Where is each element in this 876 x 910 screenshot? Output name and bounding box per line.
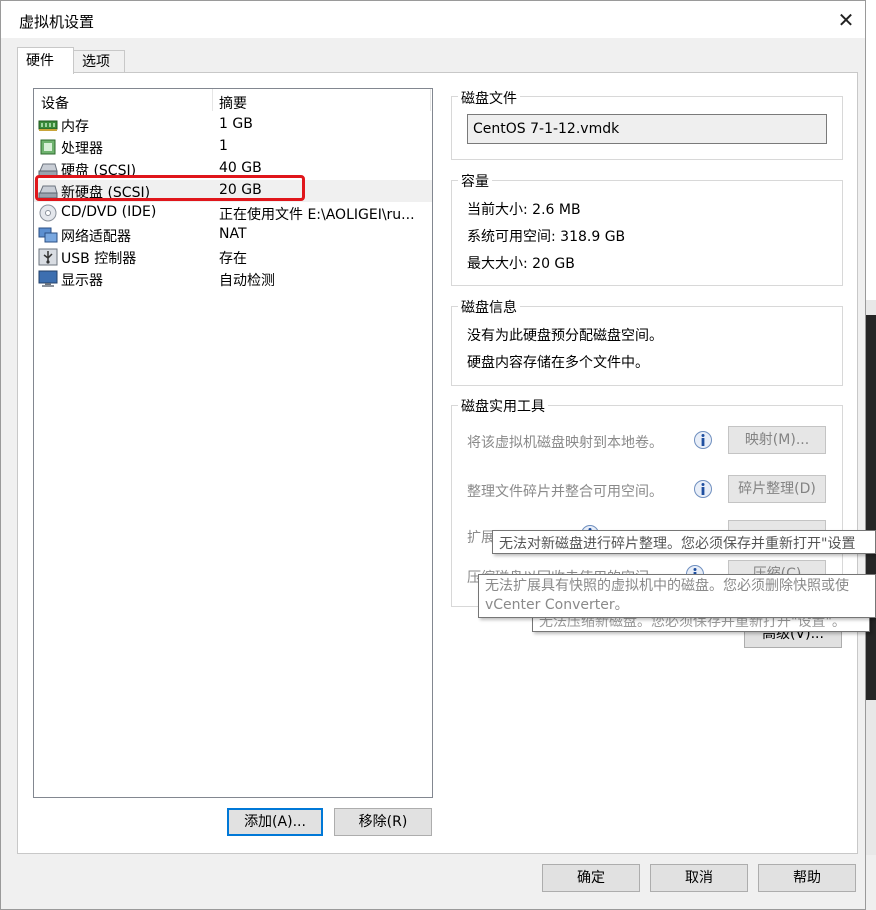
title-bar: 虚拟机设置 ✕ — [1, 1, 865, 38]
processor-icon — [40, 139, 56, 155]
device-row-hard-disk[interactable]: 硬盘 (SCSI) 40 GB — [34, 158, 432, 180]
disk-file-title: 磁盘文件 — [458, 88, 520, 108]
memory-icon — [38, 120, 58, 131]
disk-info-line: 没有为此硬盘预分配磁盘空间。 — [467, 328, 663, 344]
disk-file-field[interactable]: CentOS 7-1-12.vmdk — [467, 114, 827, 144]
column-separator — [212, 89, 213, 111]
disk-info-line: 硬盘内容存储在多个文件中。 — [467, 355, 649, 371]
info-icon[interactable] — [693, 430, 713, 450]
device-row-cd-dvd[interactable]: CD/DVD (IDE) 正在使用文件 E:\AOLIGEI\ru... — [34, 202, 432, 224]
display-icon — [38, 270, 58, 287]
device-summary: 正在使用文件 E:\AOLIGEI\ru... — [219, 207, 415, 223]
capacity-title: 容量 — [458, 171, 492, 191]
device-summary: 自动检测 — [219, 273, 275, 289]
expand-description: 扩展 — [467, 530, 495, 546]
cd-dvd-icon — [39, 204, 57, 222]
usb-icon — [38, 248, 58, 266]
device-row-processor[interactable]: 处理器 1 — [34, 136, 432, 158]
defrag-description: 整理文件碎片并整合可用空间。 — [467, 484, 663, 500]
disk-info-title: 磁盘信息 — [458, 297, 520, 317]
device-summary: 1 GB — [219, 116, 253, 132]
device-name: 显示器 — [61, 273, 103, 289]
defrag-tooltip: 无法对新磁盘进行碎片整理。您必须保存并重新打开"设置 — [492, 530, 876, 554]
defrag-button[interactable]: 碎片整理(D) — [728, 475, 826, 503]
tab-hardware[interactable]: 硬件 — [17, 47, 74, 74]
expand-tooltip: 无法扩展具有快照的虚拟机中的磁盘。您必须删除快照或使 vCenter Conve… — [478, 574, 876, 618]
map-button[interactable]: 映射(M)... — [728, 426, 826, 454]
device-name: 网络适配器 — [61, 229, 131, 245]
background-window-right-dark — [866, 315, 876, 700]
device-row-new-hard-disk[interactable]: 新硬盘 (SCSI) 20 GB — [34, 180, 432, 202]
ok-button[interactable]: 确定 — [542, 864, 640, 892]
current-size: 当前大小: 2.6 MB — [467, 202, 581, 218]
tooltip-text: 无法扩展具有快照的虚拟机中的磁盘。您必须删除快照或使 — [485, 578, 849, 594]
device-summary: 存在 — [219, 251, 247, 267]
column-header-device[interactable]: 设备 — [41, 93, 69, 113]
device-row-display[interactable]: 显示器 自动检测 — [34, 268, 432, 290]
tooltip-text: 无法对新磁盘进行碎片整理。您必须保存并重新打开"设置 — [499, 536, 856, 552]
disk-info-group — [451, 306, 843, 386]
window-title: 虚拟机设置 — [19, 13, 95, 31]
device-summary: 1 — [219, 138, 228, 154]
cancel-button[interactable]: 取消 — [650, 864, 748, 892]
max-size: 最大大小: 20 GB — [467, 256, 575, 272]
map-description: 将该虚拟机磁盘映射到本地卷。 — [467, 435, 663, 451]
device-list[interactable]: 设备 摘要 内存 1 GB 处理器 1 硬盘 (SCSI) 40 GB 新硬盘 … — [33, 88, 433, 798]
tab-options[interactable]: 选项 — [73, 50, 125, 73]
device-row-usb-controller[interactable]: USB 控制器 存在 — [34, 246, 432, 268]
device-name: 硬盘 (SCSI) — [61, 163, 137, 179]
column-header-summary[interactable]: 摘要 — [219, 93, 247, 113]
available-space: 系统可用空间: 318.9 GB — [467, 229, 626, 245]
add-button[interactable]: 添加(A)... — [227, 808, 323, 836]
device-name: CD/DVD (IDE) — [61, 204, 157, 220]
device-summary: 40 GB — [219, 160, 262, 176]
device-name: 内存 — [61, 119, 89, 135]
remove-button[interactable]: 移除(R) — [334, 808, 432, 836]
device-row-memory[interactable]: 内存 1 GB — [34, 114, 432, 136]
tooltip-text: vCenter Converter。 — [485, 597, 629, 613]
column-separator — [430, 89, 431, 111]
device-summary: NAT — [219, 226, 247, 242]
device-name: 新硬盘 (SCSI) — [61, 185, 151, 201]
device-row-network-adapter[interactable]: 网络适配器 NAT — [34, 224, 432, 246]
close-button[interactable]: ✕ — [827, 5, 865, 35]
info-icon[interactable] — [693, 479, 713, 499]
device-name: USB 控制器 — [61, 251, 137, 267]
network-adapter-icon — [38, 227, 58, 243]
disk-utilities-title: 磁盘实用工具 — [458, 396, 548, 416]
help-button[interactable]: 帮助 — [758, 864, 856, 892]
hard-disk-icon — [38, 185, 58, 199]
device-summary: 20 GB — [219, 182, 262, 198]
device-name: 处理器 — [61, 141, 103, 157]
hard-disk-icon — [38, 163, 58, 177]
